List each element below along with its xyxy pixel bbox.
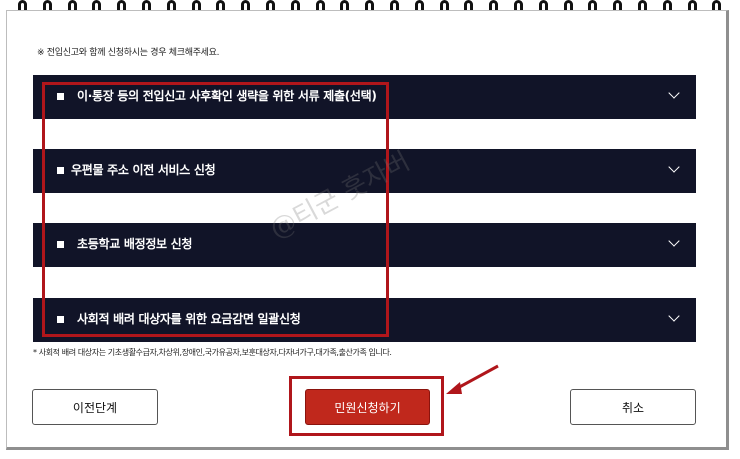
cancel-button[interactable]: 취소	[570, 389, 696, 425]
chevron-down-icon[interactable]	[668, 159, 680, 175]
chevron-down-icon[interactable]	[668, 85, 680, 101]
chevron-down-icon[interactable]	[668, 308, 680, 324]
footnote: * 사회적 배려 대상자는 기초생활수급자,차상위,장애인,국가유공자,보훈대상…	[33, 348, 392, 357]
check-notice: ※ 전입신고와 함께 신청하시는 경우 체크해주세요.	[37, 48, 220, 58]
apply-button[interactable]: 민원신청하기	[305, 389, 430, 425]
prev-step-button[interactable]: 이전단계	[32, 389, 158, 425]
pointer-arrow-icon	[446, 364, 499, 394]
chevron-down-icon[interactable]	[668, 233, 680, 249]
